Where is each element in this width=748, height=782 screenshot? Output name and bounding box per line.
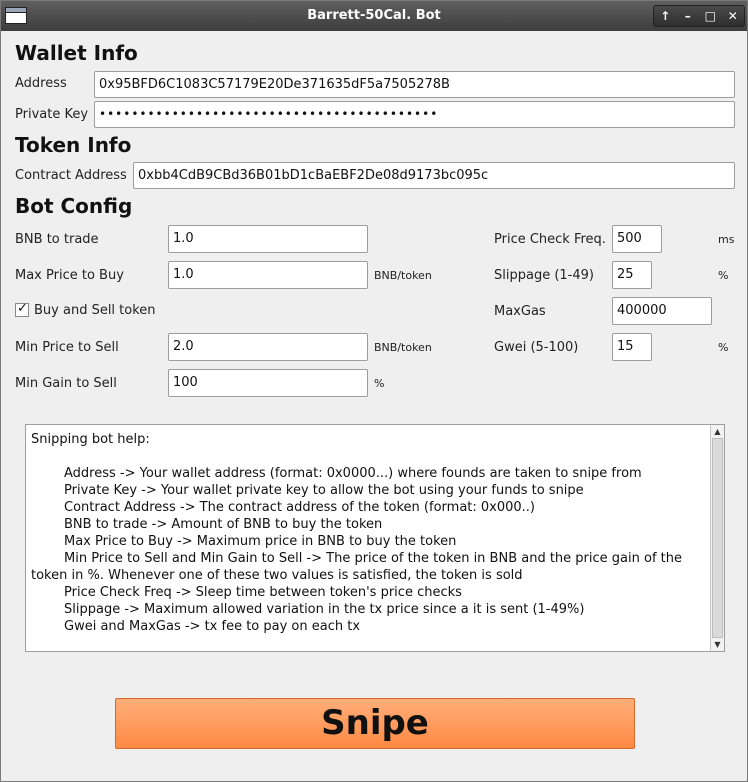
app-window: Barrett-50Cal. Bot ↑ – □ ✕ Wallet Info A… xyxy=(0,0,748,782)
gwei-label: Gwei (5-100) xyxy=(494,340,579,355)
keep-above-button[interactable]: ↑ xyxy=(654,6,677,26)
maxgas-input[interactable]: 400000 xyxy=(612,297,712,325)
gwei-input[interactable]: 15 xyxy=(612,333,652,361)
help-line: token in %. Whenever one of these two va… xyxy=(31,568,523,583)
slippage-label: Slippage (1-49) xyxy=(494,268,594,283)
snipe-button[interactable]: Snipe xyxy=(115,698,635,749)
scroll-thumb[interactable] xyxy=(712,438,723,638)
min-price-unit: BNB/token xyxy=(374,341,432,354)
contract-address-label: Contract Address xyxy=(15,168,127,183)
scroll-down-icon[interactable]: ▼ xyxy=(711,638,724,651)
scroll-up-icon[interactable]: ▲ xyxy=(711,425,724,438)
address-input[interactable]: 0x95BFD6C1083C57179E20De371635dF5a750527… xyxy=(94,71,735,98)
bnb-to-trade-label: BNB to trade xyxy=(15,232,99,247)
max-price-label: Max Price to Buy xyxy=(15,268,124,283)
help-line: Max Price to Buy -> Maximum price in BNB… xyxy=(64,534,457,549)
max-price-input[interactable]: 1.0 xyxy=(168,261,368,289)
contract-address-input[interactable]: 0xbb4CdB9CBd36B01bD1cBaEBF2De08d9173bc09… xyxy=(133,162,735,189)
help-line: BNB to trade -> Amount of BNB to buy the… xyxy=(64,517,383,532)
help-title: Snipping bot help: xyxy=(31,432,150,447)
help-line: Contract Address -> The contract address… xyxy=(64,500,536,515)
min-gain-unit: % xyxy=(374,377,385,390)
close-button[interactable]: ✕ xyxy=(722,6,745,26)
private-key-input[interactable]: ••••••••••••••••••••••••••••••••••••••••… xyxy=(94,101,735,128)
title-bar[interactable]: Barrett-50Cal. Bot ↑ – □ ✕ xyxy=(1,1,747,31)
price-check-freq-unit: ms xyxy=(718,233,735,246)
help-line: Gwei and MaxGas -> tx fee to pay on each… xyxy=(64,619,361,634)
address-label: Address xyxy=(15,76,67,91)
min-price-label: Min Price to Sell xyxy=(15,340,119,355)
slippage-input[interactable]: 25 xyxy=(612,261,652,289)
price-check-freq-label: Price Check Freq. xyxy=(494,232,606,247)
min-gain-label: Min Gain to Sell xyxy=(15,376,117,391)
help-scrollbar[interactable]: ▲ ▼ xyxy=(710,425,724,651)
help-line: Private Key -> Your wallet private key t… xyxy=(64,483,584,498)
check-icon: ✓ xyxy=(17,301,28,316)
private-key-label: Private Key xyxy=(15,107,89,122)
help-line: Address -> Your wallet address (format: … xyxy=(64,466,642,481)
gwei-unit: % xyxy=(718,341,729,354)
max-price-unit: BNB/token xyxy=(374,269,432,282)
bot-config-heading: Bot Config xyxy=(15,194,133,218)
min-price-input[interactable]: 2.0 xyxy=(168,333,368,361)
maxgas-label: MaxGas xyxy=(494,304,546,319)
maximize-button[interactable]: □ xyxy=(699,6,722,26)
bnb-to-trade-input[interactable]: 1.0 xyxy=(168,225,368,253)
wallet-info-heading: Wallet Info xyxy=(15,41,138,65)
min-gain-input[interactable]: 100 xyxy=(168,369,368,397)
price-check-freq-input[interactable]: 500 xyxy=(612,225,662,253)
slippage-unit: % xyxy=(718,269,729,282)
token-info-heading: Token Info xyxy=(15,133,132,157)
help-line: Slippage -> Maximum allowed variation in… xyxy=(64,602,585,617)
buy-sell-label[interactable]: Buy and Sell token xyxy=(34,303,156,318)
minimize-button[interactable]: – xyxy=(677,6,700,26)
help-line: Price Check Freq -> Sleep time between t… xyxy=(64,585,462,600)
window-title: Barrett-50Cal. Bot xyxy=(307,8,441,23)
buy-sell-checkbox[interactable]: ✓ xyxy=(15,301,29,317)
help-line: Min Price to Sell and Min Gain to Sell -… xyxy=(64,551,682,566)
window-controls: ↑ – □ ✕ xyxy=(653,5,745,27)
help-textarea[interactable]: Snipping bot help: Address -> Your walle… xyxy=(25,424,725,652)
